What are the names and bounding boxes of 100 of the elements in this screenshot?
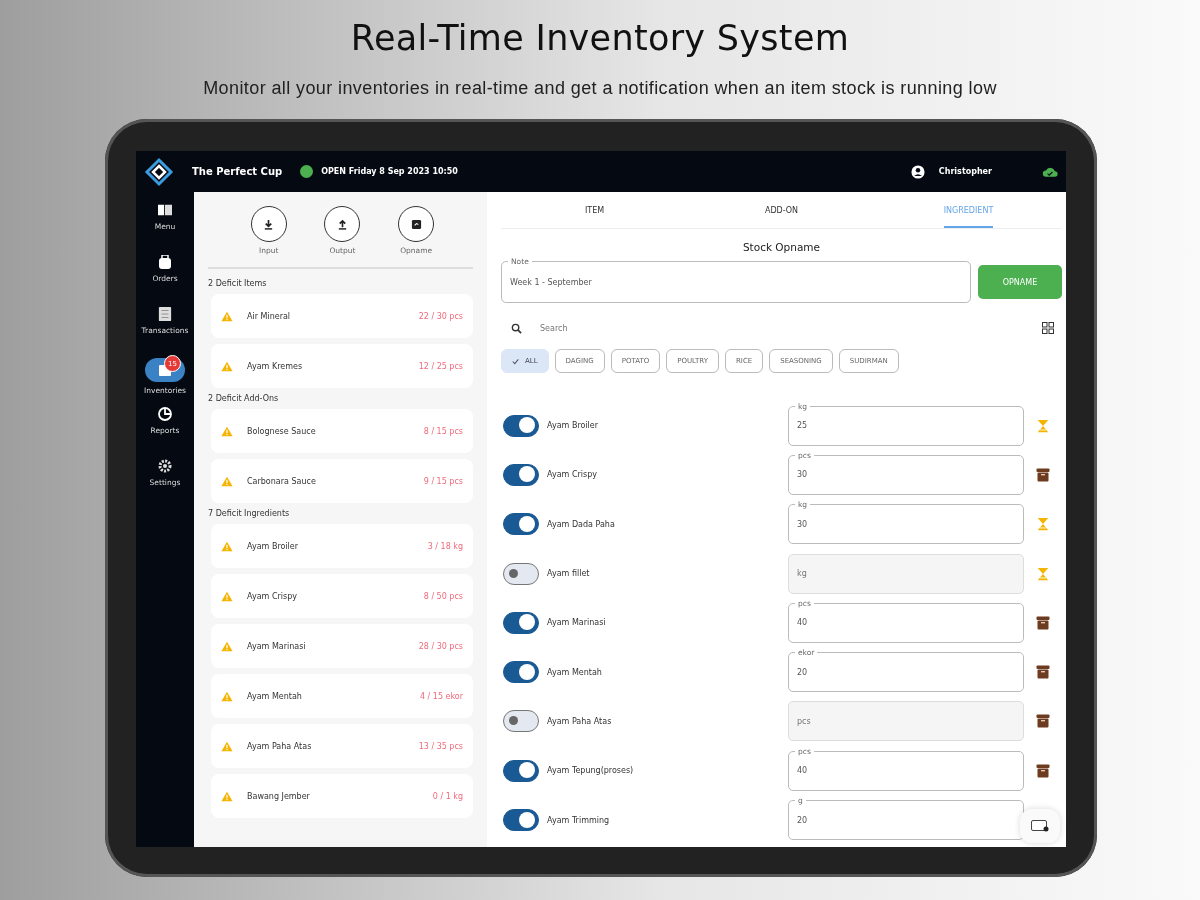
- ingredient-name: Ayam Marinasi: [547, 618, 607, 628]
- stock-quantity: 4 / 15 ekor: [419, 691, 463, 701]
- toggle-switch[interactable]: [503, 759, 539, 782]
- cloud-icon[interactable]: [1042, 165, 1058, 178]
- stock-quantity: 0 / 1 kg: [432, 791, 463, 801]
- ingredient-name: Ayam Dada Paha: [547, 519, 616, 529]
- ingredient-name: Ayam Tepung(proses): [547, 766, 635, 776]
- quantity-value: 40: [796, 766, 809, 776]
- deficit-card[interactable]: Ayam Kremes 12 / 25 pcs: [211, 344, 473, 388]
- warning-icon: [221, 790, 233, 802]
- stock-quantity: 8 / 15 pcs: [423, 426, 463, 436]
- stock-quantity: 13 / 35 pcs: [418, 741, 463, 751]
- deficit-card[interactable]: Bolognese Sauce 8 / 15 pcs: [211, 409, 473, 453]
- item-name: Ayam Marinasi: [247, 641, 307, 651]
- user-icon[interactable]: [910, 164, 925, 179]
- form-title: Stock Opname: [741, 241, 822, 253]
- item-name: Ayam Kremes: [247, 361, 304, 371]
- book-icon: [158, 203, 172, 217]
- warning-icon: [221, 540, 233, 552]
- ingredient-name: Ayam Crispy: [547, 470, 598, 480]
- stock-quantity: 9 / 15 pcs: [423, 476, 463, 486]
- store-name: The Perfect Cup: [192, 166, 283, 177]
- stock-quantity: 28 / 30 pcs: [418, 641, 463, 651]
- field-value: Week 1 - September: [509, 277, 593, 287]
- stock-quantity: 3 / 18 kg: [427, 541, 463, 551]
- tab[interactable]: ITEM: [584, 192, 605, 228]
- store-status: OPEN Friday 8 Sep 2023 10:50: [321, 167, 458, 176]
- action-button[interactable]: [250, 206, 287, 242]
- item-name: Bolognese Sauce: [247, 426, 317, 436]
- ingredient-name: Ayam Paha Atas: [547, 716, 613, 726]
- item-name: Ayam Mentah: [247, 691, 303, 701]
- deficit-card[interactable]: Ayam Broiler 3 / 18 kg: [211, 524, 473, 568]
- tab[interactable]: ADD-ON: [764, 192, 799, 228]
- floating-button[interactable]: [1020, 809, 1060, 843]
- item-name: Air Mineral: [247, 311, 292, 321]
- receipt-icon: [158, 307, 172, 321]
- warning-icon: [221, 590, 233, 602]
- toggle-switch[interactable]: [503, 809, 539, 831]
- section-heading: 2 Deficit Add-Ons: [208, 394, 280, 403]
- toggle-switch[interactable]: [503, 562, 539, 585]
- box-icon[interactable]: [1036, 665, 1050, 680]
- action-button[interactable]: [398, 206, 435, 242]
- logo-icon: [144, 156, 174, 187]
- stock-quantity: 12 / 25 pcs: [418, 361, 463, 371]
- ingredient-name: Ayam Trimming: [547, 815, 611, 825]
- page-subtitle: Monitor all your inventories in real-time and get a notification when an item stock is running low: [203, 78, 997, 99]
- toggle-switch[interactable]: [503, 611, 539, 634]
- box-icon[interactable]: [1036, 467, 1050, 482]
- toggle-switch[interactable]: [503, 513, 539, 536]
- ingredient-name: Ayam Broiler: [547, 421, 600, 431]
- toggle-switch[interactable]: [503, 463, 539, 486]
- card-icon: [1031, 820, 1049, 832]
- toggle-switch[interactable]: [503, 661, 539, 684]
- box-icon[interactable]: [1036, 763, 1050, 778]
- download-icon: [263, 218, 275, 230]
- ingredient-name: Ayam Mentah: [547, 667, 603, 677]
- deficit-card[interactable]: Carbonara Sauce 9 / 15 pcs: [211, 459, 473, 503]
- deficit-card[interactable]: Ayam Marinasi 28 / 30 pcs: [211, 624, 473, 668]
- bag-icon: [158, 255, 172, 269]
- box-icon[interactable]: [1036, 615, 1050, 630]
- box-icon[interactable]: [1036, 714, 1050, 729]
- quantity-value: 25: [796, 421, 809, 431]
- quantity-value: 20: [796, 815, 809, 825]
- item-name: Ayam Broiler: [247, 541, 300, 551]
- warning-icon: [221, 640, 233, 652]
- stock-quantity: 22 / 30 pcs: [418, 311, 463, 321]
- page-title: Real-Time Inventory System: [350, 18, 850, 58]
- action-button[interactable]: [324, 206, 361, 242]
- check-icon: [512, 357, 519, 365]
- clipboard-icon: [410, 218, 422, 230]
- warning-icon: [221, 425, 233, 437]
- toggle-switch[interactable]: [503, 710, 539, 733]
- quantity-value: 40: [796, 618, 809, 628]
- deficit-card[interactable]: Air Mineral 22 / 30 pcs: [211, 294, 473, 338]
- quantity-value: 30: [796, 519, 809, 529]
- deficit-card[interactable]: Bawang Jember 0 / 1 kg: [211, 774, 473, 818]
- item-name: Carbonara Sauce: [247, 476, 317, 486]
- warning-icon: [221, 310, 233, 322]
- item-name: Bawang Jember: [247, 791, 311, 801]
- deficit-card[interactable]: Ayam Mentah 4 / 15 ekor: [211, 674, 473, 718]
- item-name: Ayam Paha Atas: [247, 741, 313, 751]
- quantity-value: 20: [796, 667, 809, 677]
- section-heading: 7 Deficit Ingredients: [208, 509, 291, 518]
- search-icon: [511, 322, 522, 334]
- toggle-switch[interactable]: [503, 414, 539, 437]
- deficit-card[interactable]: Ayam Crispy 8 / 50 pcs: [211, 574, 473, 618]
- settings-icon: [158, 459, 172, 473]
- warning-icon: [221, 740, 233, 752]
- section-heading: 2 Deficit Items: [208, 279, 268, 288]
- warning-icon: [221, 360, 233, 372]
- item-name: Ayam Crispy: [247, 591, 298, 601]
- quantity-value: 30: [796, 470, 809, 480]
- deficit-card[interactable]: Ayam Paha Atas 13 / 35 pcs: [211, 724, 473, 768]
- grid-view-icon[interactable]: [1042, 322, 1054, 334]
- stock-quantity: 8 / 50 pcs: [423, 591, 463, 601]
- warning-icon: [221, 690, 233, 702]
- ingredient-name: Ayam fillet: [547, 569, 591, 579]
- user-name[interactable]: Christopher: [938, 167, 992, 176]
- upload-icon: [337, 218, 348, 230]
- warning-icon: [221, 475, 233, 487]
